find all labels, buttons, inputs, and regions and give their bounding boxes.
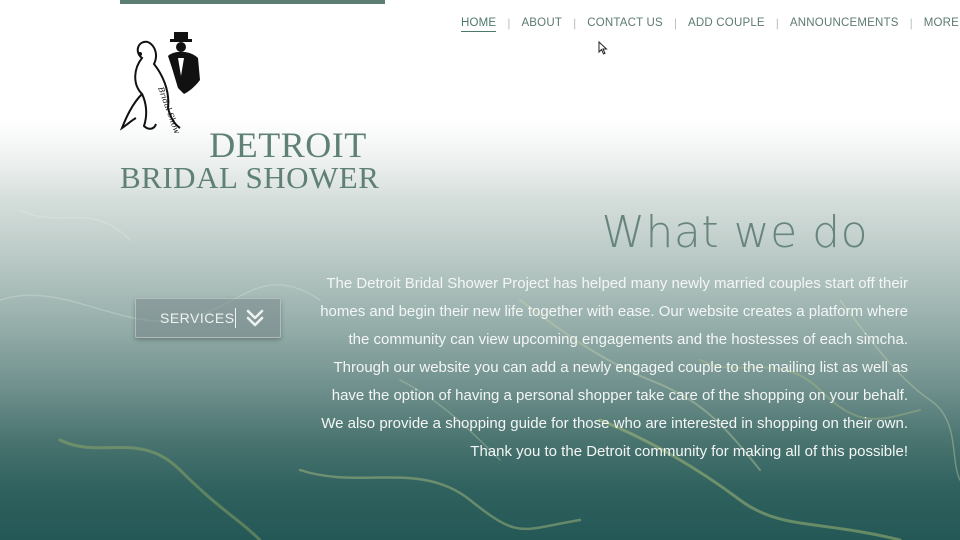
paragraph-line: We also provide a shopping guide for tho… [321, 415, 908, 432]
mouse-cursor-icon [598, 41, 608, 55]
paragraph-line: Thank you to the Detroit community for m… [470, 443, 908, 460]
top-accent-bar [120, 0, 385, 4]
services-divider [235, 308, 236, 328]
site-logo[interactable]: Bridal Shower DETROIT BRIDAL SHOWER [118, 28, 398, 195]
nav-separator: | [775, 16, 779, 30]
nav-about[interactable]: ABOUT [521, 17, 562, 29]
paragraph-line: homes and begin their new life together … [320, 303, 908, 320]
nav-more[interactable]: MORE [924, 17, 960, 29]
svg-text:Bridal Shower: Bridal Shower [156, 85, 185, 133]
nav-add-couple[interactable]: ADD COUPLE [688, 17, 765, 29]
paragraph-line: the community can view upcoming engageme… [348, 331, 908, 348]
main-nav: HOME | ABOUT | CONTACT US | ADD COUPLE |… [461, 13, 960, 33]
paragraph-line: have the option of having a personal sho… [331, 387, 908, 404]
logo-text-bridal-shower: BRIDAL SHOWER [120, 160, 380, 195]
nav-contact-us[interactable]: CONTACT US [587, 17, 663, 29]
nav-separator: | [507, 16, 511, 30]
paragraph-line: Through our website you can add a newly … [333, 359, 908, 376]
nav-announcements[interactable]: ANNOUNCEMENTS [790, 17, 899, 29]
nav-separator: | [909, 16, 913, 30]
bride-groom-logo-icon: Bridal Shower [119, 32, 200, 133]
about-paragraph: The Detroit Bridal Shower Project has he… [300, 270, 908, 466]
nav-separator: | [673, 16, 678, 30]
nav-home[interactable]: HOME [461, 17, 497, 32]
double-chevron-down-icon [246, 309, 264, 327]
nav-separator: | [573, 16, 577, 30]
nav-more-label: MORE [923, 17, 960, 29]
services-button[interactable]: SERVICES [135, 298, 281, 338]
section-heading: What we do [601, 207, 868, 258]
services-label: SERVICES [160, 310, 235, 326]
paragraph-line: The Detroit Bridal Shower Project has he… [326, 275, 908, 292]
